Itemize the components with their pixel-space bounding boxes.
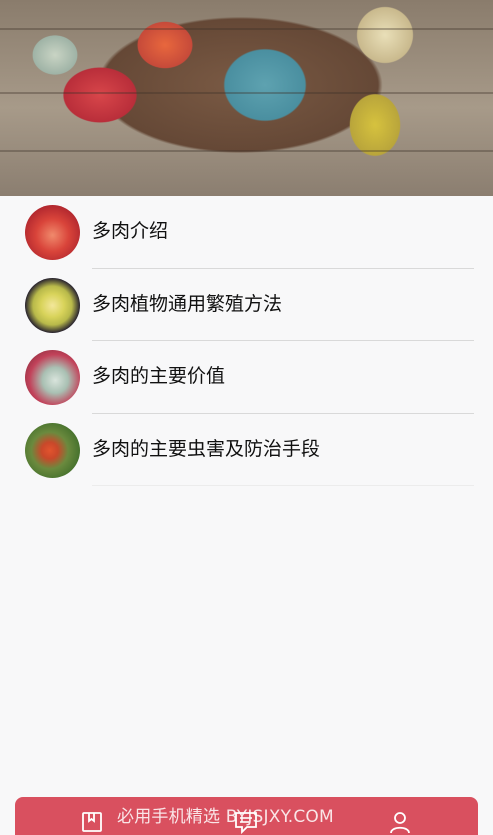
list-item[interactable]: 多肉介绍 bbox=[0, 196, 493, 269]
pest-on-leaf-thumb bbox=[25, 422, 80, 478]
list-item-label: 多肉植物通用繁殖方法 bbox=[92, 292, 283, 315]
person-icon[interactable] bbox=[387, 809, 413, 835]
header-photo bbox=[0, 0, 493, 196]
list-item[interactable]: 多肉植物通用繁殖方法 bbox=[0, 269, 493, 342]
list-item[interactable]: 多肉的主要价值 bbox=[0, 341, 493, 414]
list-item-label: 多肉介绍 bbox=[92, 220, 169, 242]
list-item-label: 多肉的主要虫害及防治手段 bbox=[92, 437, 321, 460]
yellow-succulent-thumb bbox=[25, 277, 80, 333]
list-item-label: 多肉的主要价值 bbox=[92, 365, 226, 388]
list-item[interactable]: 多肉的主要虫害及防治手段 bbox=[0, 414, 493, 487]
article-list: 多肉介绍 多肉植物通用繁殖方法 多肉的主要价值 多肉的主要虫害及防治手段 bbox=[0, 196, 493, 487]
red-succulent-thumb bbox=[25, 205, 80, 260]
watermark-text: 必用手机精选 BYJSJXY.COM bbox=[117, 807, 334, 827]
pink-succulent-thumb bbox=[25, 350, 80, 406]
book-icon[interactable] bbox=[79, 809, 105, 835]
divider bbox=[92, 485, 474, 487]
